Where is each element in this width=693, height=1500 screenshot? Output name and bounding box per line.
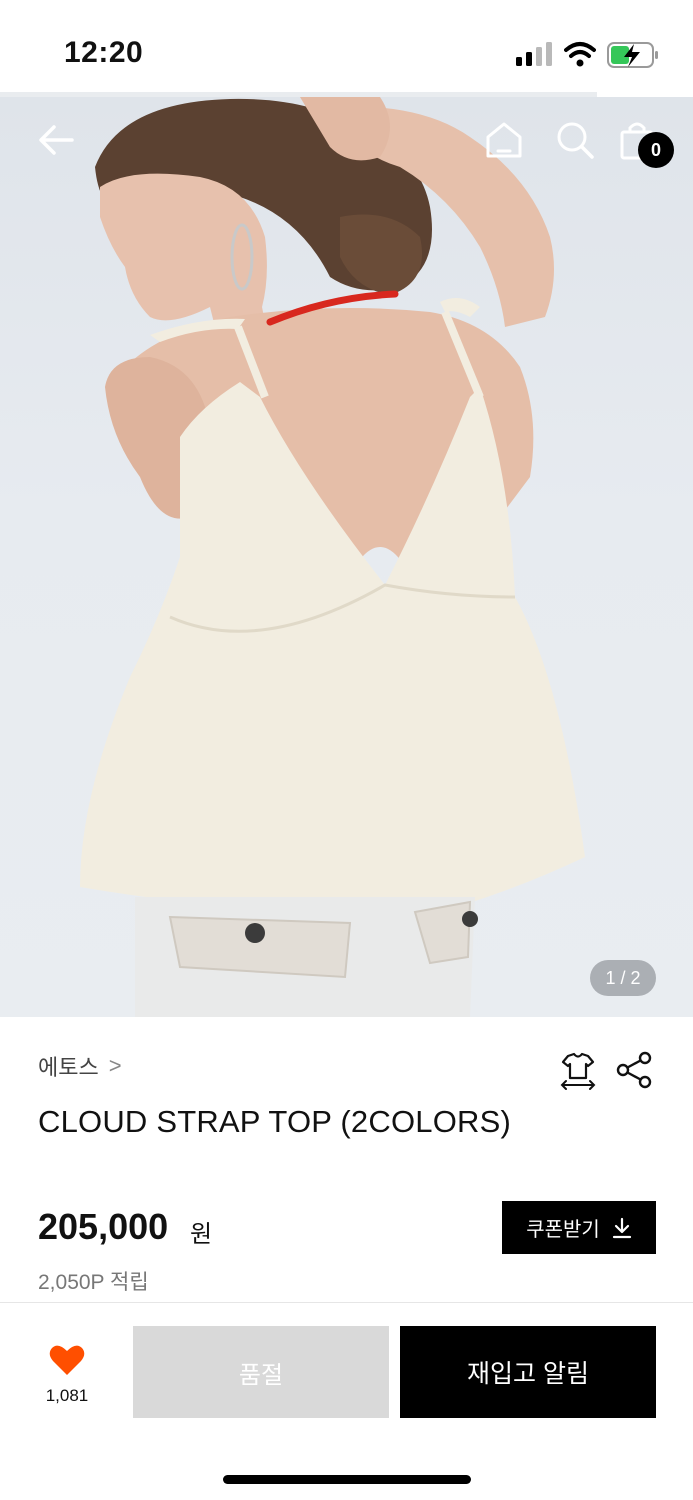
size-fit-icon[interactable] xyxy=(558,1050,598,1090)
status-time: 12:20 xyxy=(64,36,144,69)
brand-link[interactable]: 에토스 > xyxy=(38,1050,122,1082)
brand-name: 에토스 xyxy=(38,1055,99,1080)
wifi-icon xyxy=(564,42,596,67)
status-bar: 12:20 xyxy=(0,0,693,92)
search-icon[interactable] xyxy=(553,118,597,162)
cart-count-badge[interactable]: 0 xyxy=(638,132,674,168)
heart-icon xyxy=(49,1345,85,1375)
cellular-signal-icon xyxy=(516,42,552,66)
gallery-page-indicator: 1 / 2 xyxy=(590,960,656,996)
header-divider xyxy=(0,92,597,97)
home-indicator[interactable] xyxy=(223,1475,471,1484)
bottom-bar-divider xyxy=(0,1302,693,1303)
coupon-download-button[interactable]: 쿠폰받기 xyxy=(502,1201,656,1254)
home-icon[interactable] xyxy=(482,118,526,162)
download-icon xyxy=(612,1217,631,1238)
chevron-right-icon: > xyxy=(108,1053,122,1078)
like-button[interactable]: 1,081 xyxy=(34,1342,100,1406)
product-image-gallery[interactable] xyxy=(0,97,693,1017)
back-arrow-icon[interactable] xyxy=(34,118,78,162)
product-title: CLOUD STRAP TOP (2COLORS) xyxy=(38,1104,511,1139)
restock-alert-button[interactable]: 재입고 알림 xyxy=(400,1326,656,1418)
share-icon[interactable] xyxy=(614,1050,654,1090)
soldout-button: 품절 xyxy=(133,1326,389,1418)
coupon-label: 쿠폰받기 xyxy=(526,1219,600,1241)
battery-charging-icon xyxy=(607,42,658,68)
product-price: 205,000 xyxy=(38,1206,169,1247)
product-photo xyxy=(80,97,585,1017)
reward-points: 2,050P 적립 xyxy=(38,1271,149,1294)
price-currency: 원 xyxy=(190,1221,213,1248)
like-count: 1,081 xyxy=(45,1386,89,1405)
